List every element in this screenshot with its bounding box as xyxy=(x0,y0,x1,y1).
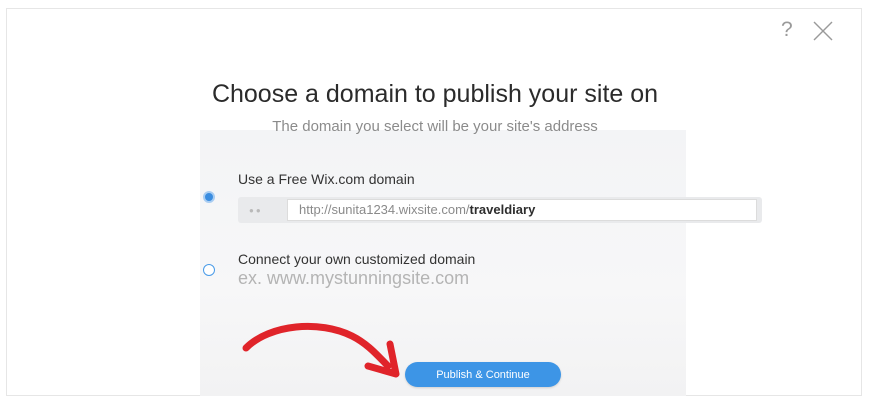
close-icon[interactable] xyxy=(812,20,834,42)
site-url-field[interactable]: http://sunita1234.wixsite.com/traveldiar… xyxy=(287,199,757,221)
publish-continue-button[interactable]: Publish & Continue xyxy=(405,362,561,387)
url-dots-icon: ●● xyxy=(249,206,263,215)
red-arrow-annotation xyxy=(242,322,400,378)
free-domain-label[interactable]: Use a Free Wix.com domain xyxy=(238,171,415,187)
dialog-subtitle: The domain you select will be your site'… xyxy=(272,118,598,135)
help-icon[interactable]: ? xyxy=(781,17,793,43)
custom-domain-input[interactable]: ex. www.mystunningsite.com xyxy=(238,268,469,289)
free-domain-radio[interactable] xyxy=(203,191,215,203)
dialog-title: Choose a domain to publish your site on xyxy=(211,80,659,108)
custom-domain-label[interactable]: Connect your own customized domain xyxy=(238,251,475,267)
custom-domain-radio[interactable] xyxy=(203,264,215,276)
url-site-name: traveldiary xyxy=(469,202,536,217)
url-prefix: http://sunita1234.wixsite.com/ xyxy=(299,202,470,217)
